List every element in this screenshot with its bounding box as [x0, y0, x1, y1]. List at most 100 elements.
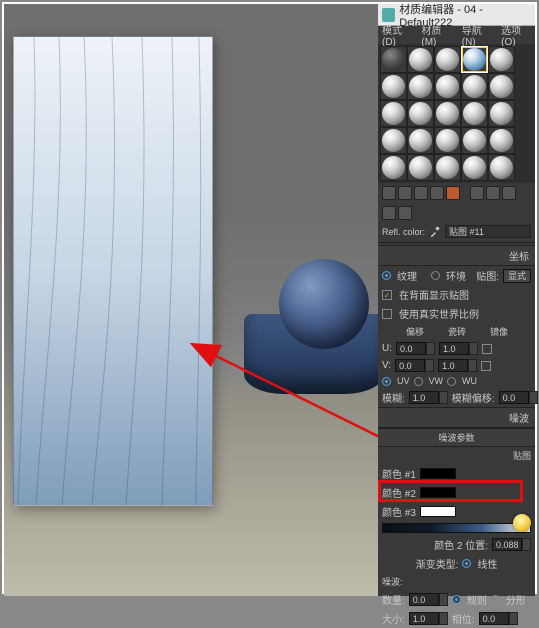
- material-slot[interactable]: [488, 127, 515, 154]
- menu-navigate[interactable]: 导航(N): [462, 22, 491, 48]
- material-slot[interactable]: [434, 100, 461, 127]
- phase-value[interactable]: 0.0: [479, 612, 509, 625]
- tool-icon[interactable]: [470, 186, 484, 200]
- eyedropper-icon[interactable]: [429, 226, 441, 238]
- noise-params-header[interactable]: 噪波参数: [378, 428, 535, 447]
- tool-icon[interactable]: [382, 186, 396, 200]
- bluroff-label: 模糊偏移:: [452, 390, 495, 405]
- material-slot[interactable]: [461, 154, 488, 181]
- spinner-icon[interactable]: [468, 359, 477, 372]
- wu-radio[interactable]: [447, 377, 456, 386]
- tool-icon[interactable]: [414, 186, 428, 200]
- tool-icon[interactable]: [398, 206, 412, 220]
- menu-material[interactable]: 材质(M): [421, 22, 451, 48]
- env-radio[interactable]: [431, 271, 440, 280]
- color2-swatch[interactable]: [420, 487, 456, 498]
- material-slot[interactable]: [488, 100, 515, 127]
- tool-icon[interactable]: [502, 186, 516, 200]
- material-slot[interactable]: [407, 46, 434, 73]
- color3-swatch[interactable]: [420, 506, 456, 517]
- map-type-dropdown[interactable]: 显式: [503, 269, 531, 283]
- material-slot[interactable]: [488, 46, 515, 73]
- blur-value[interactable]: 1.0: [409, 391, 439, 404]
- uv-radio[interactable]: [382, 377, 391, 386]
- linear-radio[interactable]: [462, 559, 471, 568]
- render-viewport[interactable]: [4, 4, 382, 596]
- u-offset[interactable]: 0.0: [396, 342, 426, 355]
- material-slot[interactable]: [461, 127, 488, 154]
- v-mirror-check[interactable]: [481, 361, 491, 371]
- material-slot[interactable]: [434, 154, 461, 181]
- map-name-field[interactable]: 贴图 #11: [445, 225, 531, 238]
- pos2-label: 颜色 2 位置:: [434, 537, 488, 552]
- spinner-icon[interactable]: [509, 612, 518, 625]
- wu-label: WU: [462, 376, 477, 386]
- noise-header[interactable]: 噪波: [378, 407, 535, 428]
- show-behind-check[interactable]: ✓: [382, 290, 392, 300]
- real-world-check[interactable]: [382, 309, 392, 319]
- amount-value[interactable]: 0.0: [409, 593, 439, 606]
- glass-cloth-panel: [13, 36, 213, 506]
- material-slots: [378, 44, 535, 183]
- spinner-icon[interactable]: [469, 342, 478, 355]
- material-slot[interactable]: [407, 154, 434, 181]
- material-slot[interactable]: [434, 73, 461, 100]
- phase-label: 相位:: [452, 611, 475, 626]
- material-editor-panel: 材质编辑器 - 04 - Default222 模式(D) 材质(M) 导航(N…: [378, 4, 535, 596]
- material-slot[interactable]: [380, 154, 407, 181]
- v-offset[interactable]: 0.0: [395, 359, 425, 372]
- spinner-icon[interactable]: [522, 538, 531, 551]
- material-slot[interactable]: [407, 73, 434, 100]
- gradient-preview[interactable]: [382, 523, 531, 533]
- toolbar-row-2: [378, 203, 535, 223]
- material-slot[interactable]: [434, 46, 461, 73]
- texture-radio[interactable]: [382, 271, 391, 280]
- material-slot[interactable]: [380, 127, 407, 154]
- cursor-highlight-icon: [513, 514, 531, 532]
- refl-color-row: Refl. color: 贴图 #11: [378, 223, 535, 240]
- material-slot[interactable]: [380, 46, 407, 73]
- size-value[interactable]: 1.0: [409, 612, 439, 625]
- delete-icon[interactable]: [446, 186, 460, 200]
- tool-icon[interactable]: [486, 186, 500, 200]
- material-slot[interactable]: [380, 100, 407, 127]
- v-tile[interactable]: 1.0: [438, 359, 468, 372]
- material-slot[interactable]: [434, 127, 461, 154]
- material-slot[interactable]: [380, 73, 407, 100]
- tile-header: 瓷砖: [448, 325, 486, 338]
- vw-radio[interactable]: [414, 377, 423, 386]
- material-slot[interactable]: [461, 73, 488, 100]
- regular-radio[interactable]: [452, 595, 461, 604]
- pos2-value[interactable]: 0.088: [492, 538, 522, 551]
- spinner-icon[interactable]: [439, 391, 448, 404]
- material-slot[interactable]: [461, 100, 488, 127]
- u-mirror-check[interactable]: [482, 344, 492, 354]
- spinner-icon[interactable]: [439, 612, 448, 625]
- map-label: 贴图:: [476, 268, 499, 283]
- menu-mode[interactable]: 模式(D): [382, 22, 411, 48]
- spinner-icon[interactable]: [426, 342, 435, 355]
- v-label: V:: [382, 360, 391, 371]
- spinner-icon[interactable]: [439, 593, 448, 606]
- refl-label: Refl. color:: [382, 227, 425, 237]
- fractal-radio[interactable]: [491, 595, 500, 604]
- material-slot-selected[interactable]: [461, 46, 488, 73]
- coord-header[interactable]: 坐标: [378, 245, 535, 266]
- uv-label: UV: [397, 376, 410, 386]
- spinner-icon[interactable]: [425, 359, 434, 372]
- material-slot[interactable]: [407, 100, 434, 127]
- tool-icon[interactable]: [430, 186, 444, 200]
- bluroff-value[interactable]: 0.0: [499, 391, 529, 404]
- material-slot[interactable]: [488, 73, 515, 100]
- color1-swatch[interactable]: [420, 468, 456, 479]
- vw-label: VW: [429, 376, 444, 386]
- spinner-icon[interactable]: [529, 391, 538, 404]
- noise-sub-label: 噪波:: [382, 575, 403, 588]
- material-slot[interactable]: [488, 154, 515, 181]
- color3-label: 颜色 #3: [382, 504, 416, 519]
- u-tile[interactable]: 1.0: [439, 342, 469, 355]
- tool-icon[interactable]: [398, 186, 412, 200]
- tool-icon[interactable]: [382, 206, 396, 220]
- material-slot[interactable]: [407, 127, 434, 154]
- menu-options[interactable]: 选项(O): [501, 22, 531, 48]
